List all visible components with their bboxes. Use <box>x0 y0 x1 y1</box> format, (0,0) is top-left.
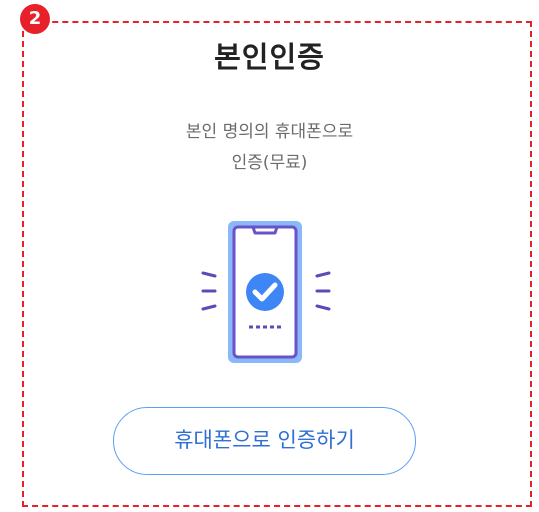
phone-auth-button[interactable]: 휴대폰으로 인증하기 <box>113 407 416 475</box>
phone-verified-icon <box>195 218 335 368</box>
signal-waves-left-icon <box>201 271 217 311</box>
check-circle-icon <box>246 273 284 311</box>
page-title: 본인인증 <box>214 40 325 74</box>
signal-waves-right-icon <box>315 271 331 311</box>
step-number-badge: 2 <box>20 4 50 34</box>
description-line-2: 인증(무료) <box>231 153 308 173</box>
description: 본인 명의의 휴대폰으로 인증(무료) <box>0 117 539 179</box>
description-line-1: 본인 명의의 휴대폰으로 <box>185 122 354 142</box>
